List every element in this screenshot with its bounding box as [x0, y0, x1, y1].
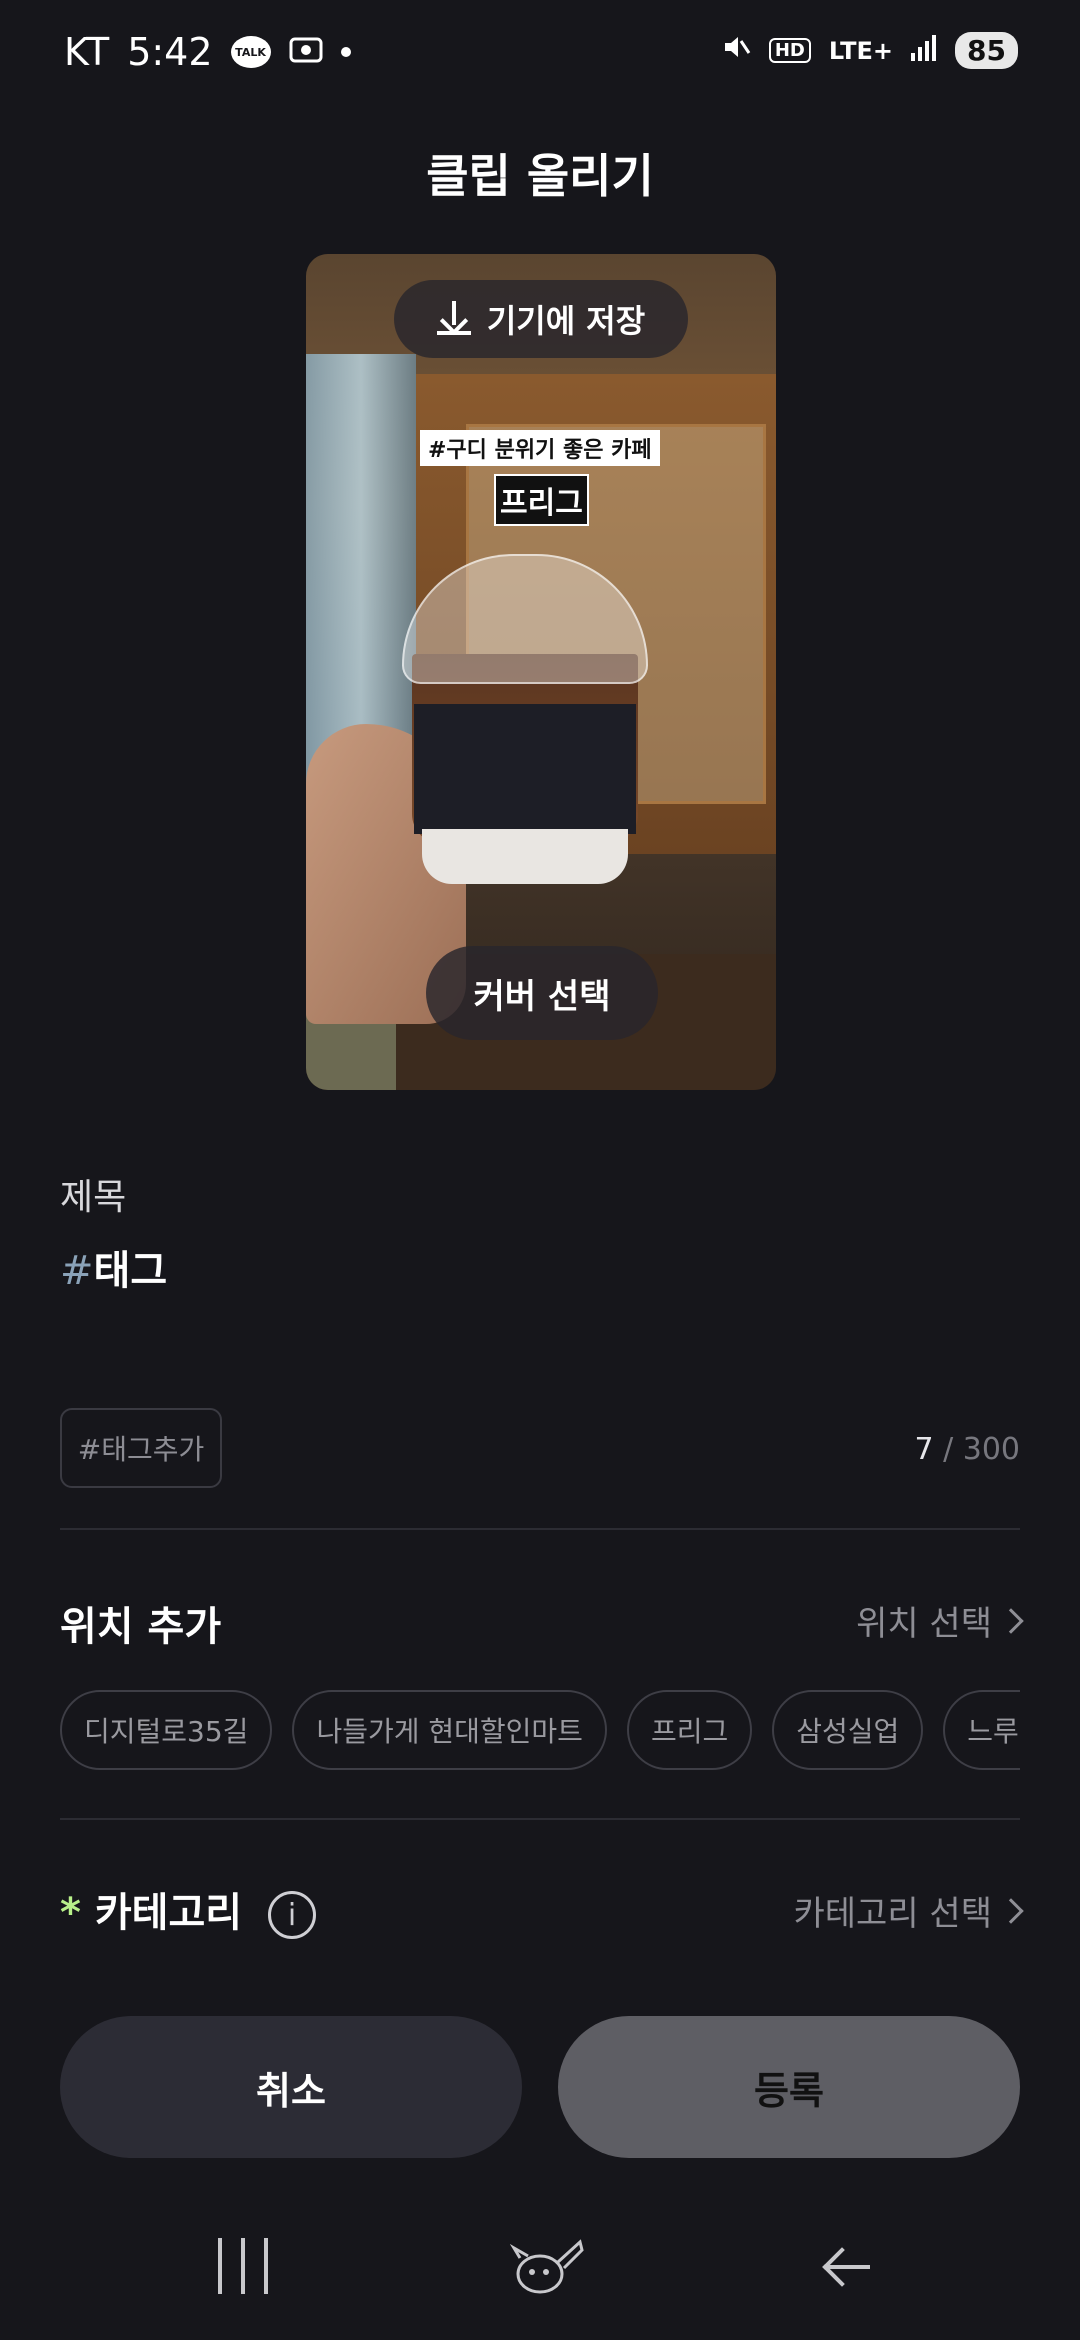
category-section-title: * 카테고리 i [60, 1880, 316, 1939]
page-title: 클립 올리기 [426, 149, 654, 203]
select-category-button[interactable]: 카테고리 선택 [793, 1886, 1024, 1935]
character-counter: 7 / 300 [914, 1432, 1020, 1467]
character-count-max: / 300 [933, 1432, 1020, 1467]
select-cover-button[interactable]: 커버 선택 [426, 946, 658, 1040]
divider [60, 1818, 1020, 1820]
save-to-device-button[interactable]: 기기에 저장 [394, 280, 688, 358]
category-title-label: 카테고리 [94, 1890, 243, 1936]
select-location-button[interactable]: 위치 선택 [856, 1596, 1024, 1645]
save-to-device-label: 기기에 저장 [486, 302, 646, 340]
location-chip[interactable]: 나들가게 현대할인마트 [292, 1690, 607, 1770]
select-location-label: 위치 선택 [856, 1604, 992, 1644]
cancel-button[interactable]: 취소 [60, 2016, 522, 2158]
location-chip[interactable]: 프리그 [626, 1690, 753, 1770]
text-sticker-name[interactable]: 프리그 [494, 474, 589, 526]
divider [60, 1528, 1020, 1530]
location-chip[interactable]: 느루요 [943, 1690, 1020, 1770]
location-suggestions: 디지털로35길 나들가게 현대할인마트 프리그 삼성실업 느루요 [60, 1690, 1020, 1774]
select-category-label: 카테고리 선택 [793, 1894, 993, 1934]
carrier: KT [64, 30, 110, 74]
battery-indicator: 85 [955, 32, 1018, 69]
info-icon[interactable]: i [268, 1891, 316, 1939]
back-icon[interactable] [822, 2244, 872, 2290]
preview-image-cup-sleeve [414, 704, 636, 834]
screenshot-icon [289, 30, 323, 74]
signal-icon [911, 33, 937, 68]
location-section-title: 위치 추가 [60, 1604, 222, 1650]
video-preview[interactable]: 기기에 저장 #구디 분위기 좋은 카페 프리그 커버 선택 [306, 254, 776, 1090]
tag-value: 태그 [93, 1248, 168, 1294]
preview-image-cup-bottom [422, 829, 628, 884]
add-tag-button[interactable]: #태그추가 [60, 1408, 222, 1488]
title-input[interactable]: 제목 [60, 1168, 126, 1220]
tag-input[interactable]: #태그 [60, 1238, 167, 1296]
chevron-right-icon [998, 1897, 1024, 1924]
chevron-right-icon [998, 1607, 1024, 1634]
character-count-current: 7 [914, 1432, 934, 1467]
hd-badge: HD [768, 38, 811, 63]
register-button[interactable]: 등록 [558, 2016, 1020, 2158]
home-icon[interactable] [509, 2236, 586, 2298]
download-icon [436, 299, 471, 339]
mute-icon [721, 32, 751, 69]
required-mark: * [60, 1890, 81, 1936]
talk-icon: TALK [230, 36, 271, 68]
location-chip[interactable]: 삼성실업 [772, 1690, 924, 1770]
text-sticker-tag[interactable]: #구디 분위기 좋은 카페 [420, 430, 660, 466]
location-chip[interactable]: 디지털로35길 [60, 1690, 273, 1770]
tag-hash: # [60, 1248, 94, 1294]
status-bar: KT 5:42 TALK HD LTE+ 85 [0, 0, 1080, 110]
recent-apps-icon[interactable] [218, 2238, 268, 2294]
clock: 5:42 [127, 30, 213, 74]
network-type: LTE+ [828, 36, 894, 65]
notification-dot-icon [340, 47, 351, 57]
